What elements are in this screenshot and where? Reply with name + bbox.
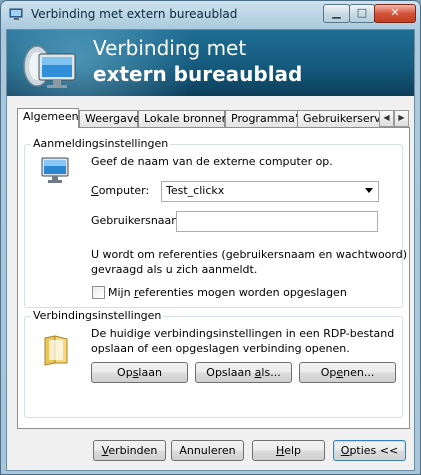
tab-programmas[interactable]: Programma's bbox=[225, 110, 304, 127]
save-credentials-checkbox[interactable] bbox=[92, 286, 105, 299]
dialog-client: Verbinding met extern bureaublad Algemee… bbox=[6, 29, 415, 471]
window-title: Verbinding met extern bureaublad bbox=[31, 7, 238, 21]
tab-scroll-right-button[interactable]: ▶ bbox=[394, 110, 409, 127]
help-button[interactable]: Help bbox=[252, 440, 325, 461]
chevron-down-icon bbox=[365, 188, 373, 193]
open-label-post: nen... bbox=[343, 366, 375, 379]
cancel-label: Annuleren bbox=[179, 444, 236, 457]
maximize-button[interactable]: □ bbox=[349, 4, 375, 23]
tab-scroll-left-button[interactable]: ◀ bbox=[379, 110, 394, 127]
computer-monitor-icon bbox=[41, 157, 69, 183]
tab-strip: Algemeen Weergave Lokale bronnen Program… bbox=[17, 108, 409, 128]
minimize-icon: ▁ bbox=[332, 6, 341, 19]
help-label: elp bbox=[284, 444, 302, 457]
close-icon: ✕ bbox=[390, 6, 400, 19]
save-label-post: laan bbox=[138, 366, 162, 379]
tab-lokale-bronnen[interactable]: Lokale bronnen bbox=[138, 110, 229, 127]
logon-instruction: Geef de naam van de externe computer op. bbox=[91, 155, 333, 168]
save-credentials-label[interactable]: Mijn referenties mogen worden opgeslagen bbox=[108, 286, 347, 299]
folder-icon bbox=[44, 335, 68, 366]
tab-weergave[interactable]: Weergave bbox=[79, 110, 141, 127]
chevron-right-icon: ▶ bbox=[398, 113, 405, 122]
tab-label: Programma's bbox=[231, 112, 304, 125]
connection-text-line2: opslaan of een opgeslagen verbinding ope… bbox=[91, 342, 350, 355]
help-mnemonic: H bbox=[275, 444, 285, 457]
connection-settings-title: Verbindingsinstellingen bbox=[31, 309, 164, 322]
banner-title-line2: extern bureaublad bbox=[93, 62, 303, 86]
cancel-button[interactable]: Annuleren bbox=[171, 440, 244, 461]
username-field[interactable] bbox=[176, 211, 378, 232]
minimize-button[interactable]: ▁ bbox=[323, 4, 350, 23]
computer-combobox[interactable]: Test_clickx bbox=[161, 181, 379, 202]
connect-label: erbinden bbox=[108, 444, 158, 457]
logon-settings-group: Aanmeldingsinstellingen Geef de naam van… bbox=[24, 137, 407, 308]
logon-settings-title: Aanmeldingsinstellingen bbox=[31, 137, 171, 150]
remote-desktop-monitor-icon bbox=[23, 45, 76, 88]
connection-text-line1: De huidige verbindingsinstellingen in ee… bbox=[91, 327, 395, 340]
open-label-pre: Op bbox=[320, 366, 337, 379]
banner-title-line1: Verbinding met bbox=[93, 36, 247, 60]
remote-desktop-icon bbox=[9, 8, 23, 20]
save-label-pre: Op bbox=[117, 366, 133, 379]
chevron-left-icon: ◀ bbox=[383, 113, 390, 122]
tab-label: Algemeen bbox=[23, 110, 79, 123]
save-as-label-pre: Opslaan bbox=[206, 366, 255, 379]
username-label: Gebruikersnaam: bbox=[91, 214, 186, 227]
title-bar[interactable]: Verbinding met extern bureaublad ▁ □ ✕ bbox=[0, 0, 421, 30]
save-credentials-label-post: eferenties mogen worden opgeslagen bbox=[138, 286, 347, 299]
banner: Verbinding met extern bureaublad bbox=[7, 30, 414, 96]
options-button[interactable]: Opties << bbox=[333, 440, 406, 461]
save-button[interactable]: Opslaan bbox=[91, 362, 188, 383]
maximize-icon: □ bbox=[356, 6, 368, 19]
tab-panel-algemeen: Aanmeldingsinstellingen Geef de naam van… bbox=[17, 127, 410, 429]
save-as-button[interactable]: Opslaan als... bbox=[195, 362, 292, 383]
computer-label-mnemonic: C bbox=[91, 184, 99, 197]
credentials-info-line2: gevraagd als u zich aanmeldt. bbox=[91, 263, 258, 276]
close-button[interactable]: ✕ bbox=[374, 4, 416, 23]
tab-label: Lokale bronnen bbox=[144, 112, 229, 125]
tab-algemeen[interactable]: Algemeen bbox=[17, 108, 79, 128]
tab-label: Weergave bbox=[85, 112, 141, 125]
computer-label: Computer: bbox=[91, 184, 149, 197]
connect-button[interactable]: Verbinden bbox=[93, 440, 166, 461]
save-credentials-label-pre: Mijn bbox=[108, 286, 135, 299]
computer-label-post: omputer: bbox=[98, 184, 150, 197]
options-label: pties << bbox=[349, 444, 399, 457]
tab-label: Gebruikerserva bbox=[303, 112, 382, 125]
open-button[interactable]: Openen... bbox=[299, 362, 396, 383]
tab-gebruikerservaring[interactable]: Gebruikerserva bbox=[297, 110, 382, 127]
dialog-window: Verbinding met extern bureaublad ▁ □ ✕ V… bbox=[0, 0, 421, 475]
credentials-info-line1: U wordt om referenties (gebruikersnaam e… bbox=[91, 248, 408, 261]
save-as-label-post: ls... bbox=[261, 366, 281, 379]
connection-settings-group: Verbindingsinstellingen De huidige verbi… bbox=[24, 309, 403, 418]
computer-value: Test_clickx bbox=[166, 184, 225, 197]
